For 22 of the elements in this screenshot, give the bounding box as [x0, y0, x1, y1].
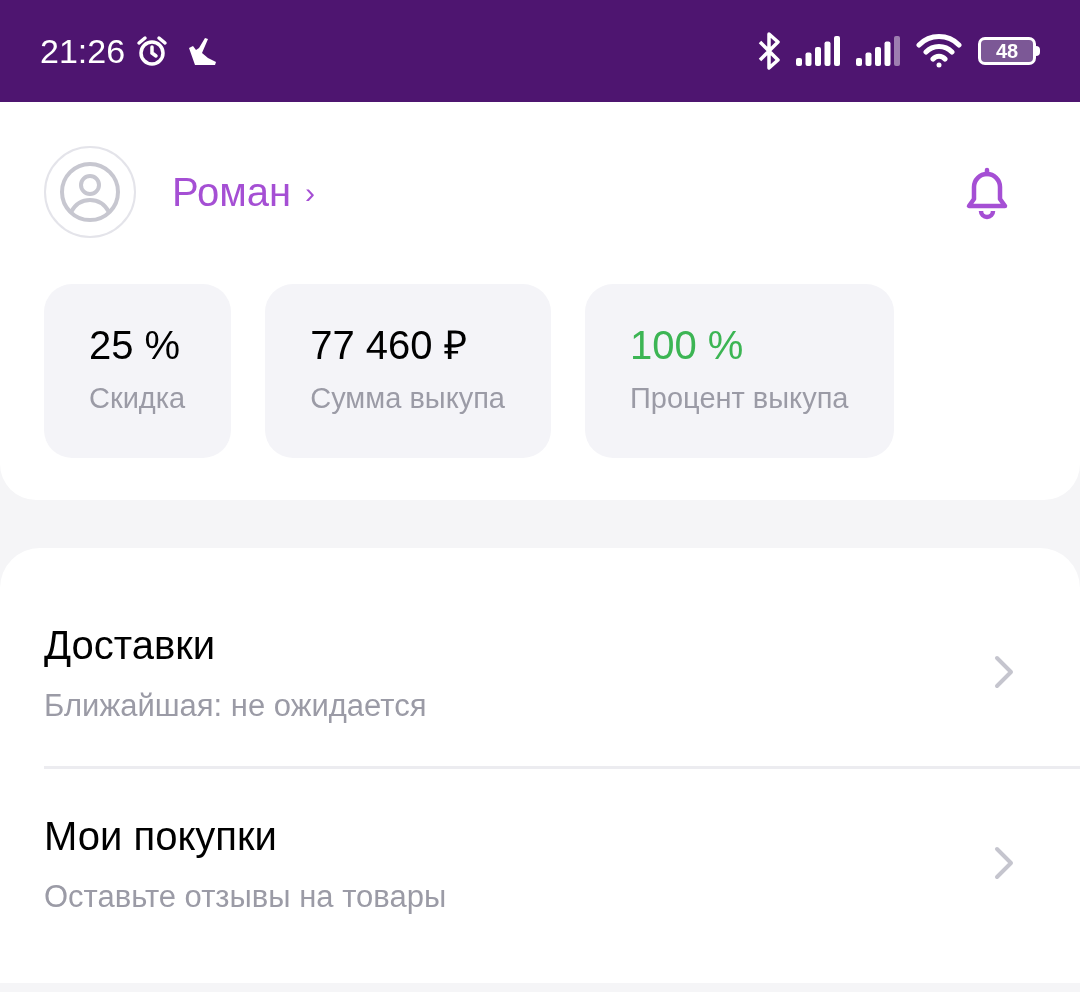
- stat-label: Сумма выкупа: [310, 381, 505, 417]
- stat-label: Процент выкупа: [630, 381, 849, 417]
- menu-subtitle: Ближайшая: не ожидается: [44, 686, 428, 725]
- stat-value: 100 %: [630, 322, 745, 370]
- stat-value: 77 460 ₽: [310, 322, 468, 370]
- chevron-right-icon: [994, 655, 1014, 689]
- menu-title: Доставки: [44, 621, 216, 669]
- stat-label: Скидка: [89, 381, 186, 417]
- signal-icon: [796, 36, 842, 66]
- clock-time: 21:26: [40, 30, 126, 72]
- alarm-icon: [135, 34, 170, 68]
- signal-icon: [856, 36, 902, 66]
- stat-value: 25 %: [89, 322, 182, 370]
- menu-subtitle: Оставьте отзывы на товары: [44, 877, 448, 916]
- menu-row[interactable]: Доставки Ближайшая: не ожидается: [0, 578, 1080, 766]
- chevron-right-icon: [994, 846, 1014, 880]
- menu-title: Мои покупки: [44, 812, 278, 860]
- profile-name-link[interactable]: Роман ›: [172, 162, 315, 222]
- menu-row[interactable]: Мои покупки Оставьте отзывы на товары: [0, 769, 1080, 957]
- bluetooth-icon: [756, 32, 782, 70]
- battery-percent: 48: [995, 39, 1019, 64]
- wifi-icon: [916, 34, 962, 68]
